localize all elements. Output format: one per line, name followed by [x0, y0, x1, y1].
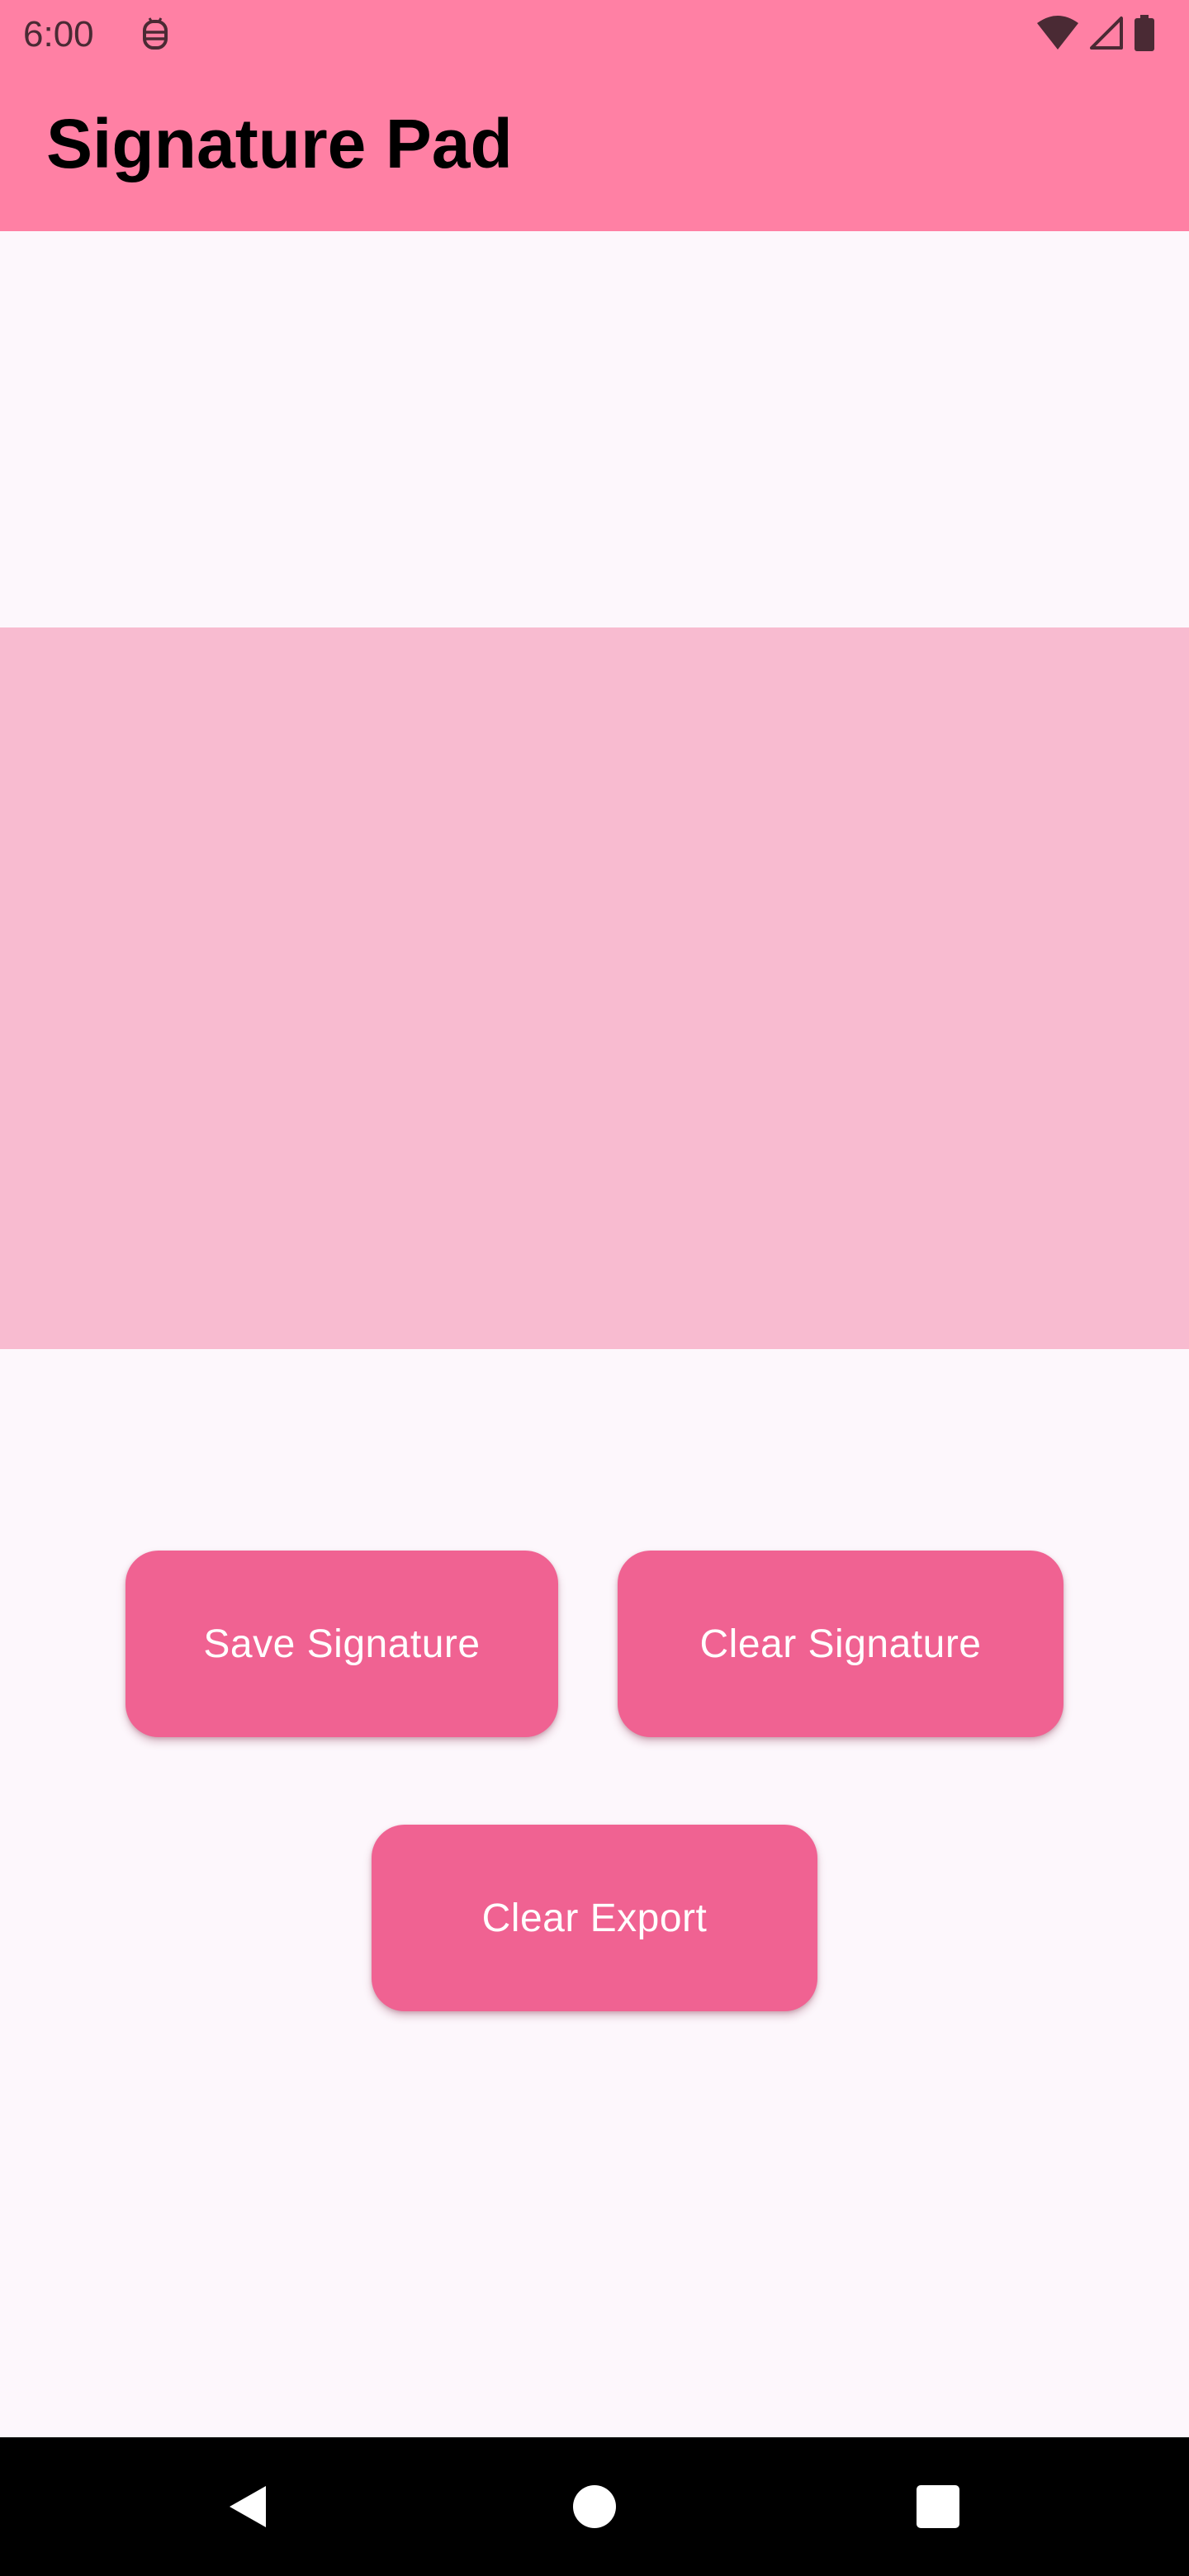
home-icon[interactable]	[553, 2465, 636, 2548]
recents-icon[interactable]	[897, 2465, 979, 2548]
status-time: 6:00	[23, 14, 94, 54]
save-signature-button[interactable]: Save Signature	[126, 1551, 558, 1737]
cellular-signal-icon	[1088, 15, 1125, 55]
navigation-bar	[0, 2437, 1189, 2576]
app-notification-icon	[137, 17, 173, 53]
status-icons	[1035, 14, 1156, 55]
back-icon[interactable]	[206, 2465, 289, 2548]
signature-canvas[interactable]	[0, 627, 1189, 1349]
clear-export-button[interactable]: Clear Export	[372, 1825, 817, 2011]
wifi-icon	[1035, 15, 1080, 55]
app-bar: Signature Pad	[0, 69, 1189, 231]
battery-icon	[1133, 14, 1156, 55]
status-bar: 6:00	[0, 0, 1189, 69]
clear-signature-button[interactable]: Clear Signature	[618, 1551, 1063, 1737]
page-title: Signature Pad	[46, 105, 513, 182]
